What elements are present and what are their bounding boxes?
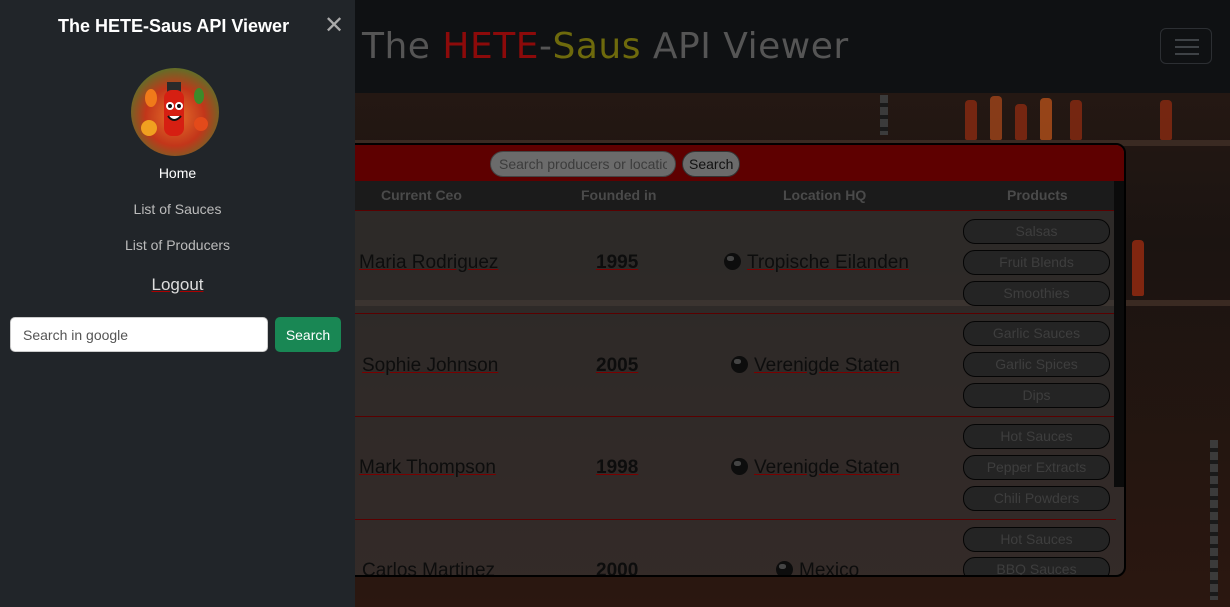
producer-search-button[interactable]: Search bbox=[682, 151, 741, 177]
location-link[interactable]: Verenigde Staten bbox=[731, 457, 900, 479]
product-button[interactable]: Garlic Spices bbox=[963, 352, 1110, 377]
product-button[interactable]: BBQ Sauces bbox=[963, 557, 1110, 575]
globe-icon bbox=[731, 356, 748, 373]
product-button[interactable]: Dips bbox=[963, 383, 1110, 408]
product-button[interactable]: Chili Powders bbox=[963, 486, 1110, 511]
nav-home-link[interactable]: Home bbox=[0, 165, 355, 181]
ceo-link[interactable]: Maria Rodriguez bbox=[359, 252, 498, 274]
hot-sauce-mascot-icon bbox=[141, 82, 208, 136]
table-scrollbar[interactable] bbox=[1114, 181, 1124, 487]
google-search-input[interactable] bbox=[10, 317, 268, 352]
column-header-location[interactable]: Location HQ bbox=[783, 187, 866, 203]
product-button[interactable]: Pepper Extracts bbox=[963, 455, 1110, 480]
navbar-toggler-button[interactable] bbox=[1160, 28, 1212, 64]
product-button[interactable]: Hot Sauces bbox=[963, 424, 1110, 449]
table-row: Maria Rodriguez 1995 Tropische Eilanden … bbox=[302, 211, 1116, 314]
sidebar-title: The HETE-Saus API Viewer bbox=[58, 16, 290, 36]
nav-producers-link[interactable]: List of Producers bbox=[0, 237, 355, 253]
nav-sauces-link[interactable]: List of Sauces bbox=[0, 201, 355, 217]
table-row: Sophie Johnson 2005 Verenigde Staten Gar… bbox=[302, 314, 1116, 417]
offcanvas-sidebar: The HETE-Saus API Viewer ✕ Home List of … bbox=[0, 0, 355, 607]
founded-link[interactable]: 1998 bbox=[596, 457, 638, 479]
product-button[interactable]: Salsas bbox=[963, 219, 1110, 244]
logout-link[interactable]: Logout bbox=[0, 275, 355, 295]
chain bbox=[1210, 440, 1218, 600]
founded-link[interactable]: 2000 bbox=[596, 560, 638, 575]
close-icon[interactable]: ✕ bbox=[322, 14, 346, 38]
founded-link[interactable]: 2005 bbox=[596, 355, 638, 377]
table-search-bar: Search bbox=[302, 145, 1124, 181]
table-row: Mark Thompson 1998 Verenigde Staten Hot … bbox=[302, 417, 1116, 520]
table-header: Current Ceo Founded in Location HQ Produ… bbox=[302, 181, 1124, 211]
product-button[interactable]: Fruit Blends bbox=[963, 250, 1110, 275]
product-button[interactable]: Smoothies bbox=[963, 281, 1110, 306]
google-search-button[interactable]: Search bbox=[275, 317, 341, 352]
table-row: Carlos Martinez 2000 Mexico Hot Sauces B… bbox=[302, 520, 1116, 575]
bottle bbox=[990, 96, 1002, 140]
location-link[interactable]: Verenigde Staten bbox=[731, 355, 900, 377]
product-button[interactable]: Garlic Sauces bbox=[963, 321, 1110, 346]
location-link[interactable]: Mexico bbox=[776, 560, 859, 575]
ceo-link[interactable]: Mark Thompson bbox=[359, 457, 496, 479]
founded-link[interactable]: 1995 bbox=[596, 252, 638, 274]
bottle bbox=[1160, 100, 1172, 140]
bottle bbox=[965, 100, 977, 140]
column-header-ceo[interactable]: Current Ceo bbox=[381, 187, 462, 203]
location-link[interactable]: Tropische Eilanden bbox=[724, 252, 909, 274]
ceo-link[interactable]: Carlos Martinez bbox=[362, 560, 495, 575]
hamburger-icon bbox=[1175, 39, 1199, 41]
chain bbox=[880, 95, 888, 135]
bottle bbox=[1132, 240, 1144, 296]
column-header-products[interactable]: Products bbox=[1007, 187, 1068, 203]
bottle bbox=[1040, 98, 1052, 140]
globe-icon bbox=[731, 458, 748, 475]
bottle bbox=[1070, 100, 1082, 140]
logo-avatar bbox=[131, 68, 219, 156]
producers-table-card: Search Current Ceo Founded in Location H… bbox=[300, 143, 1126, 577]
ceo-link[interactable]: Sophie Johnson bbox=[362, 355, 498, 377]
product-button[interactable]: Hot Sauces bbox=[963, 527, 1110, 552]
column-header-founded[interactable]: Founded in bbox=[581, 187, 656, 203]
bottle bbox=[1015, 104, 1027, 140]
navbar-brand[interactable]: The HETE-Saus API Viewer bbox=[362, 26, 849, 67]
producer-search-input[interactable] bbox=[490, 151, 676, 177]
globe-icon bbox=[724, 253, 741, 270]
globe-icon bbox=[776, 561, 793, 575]
